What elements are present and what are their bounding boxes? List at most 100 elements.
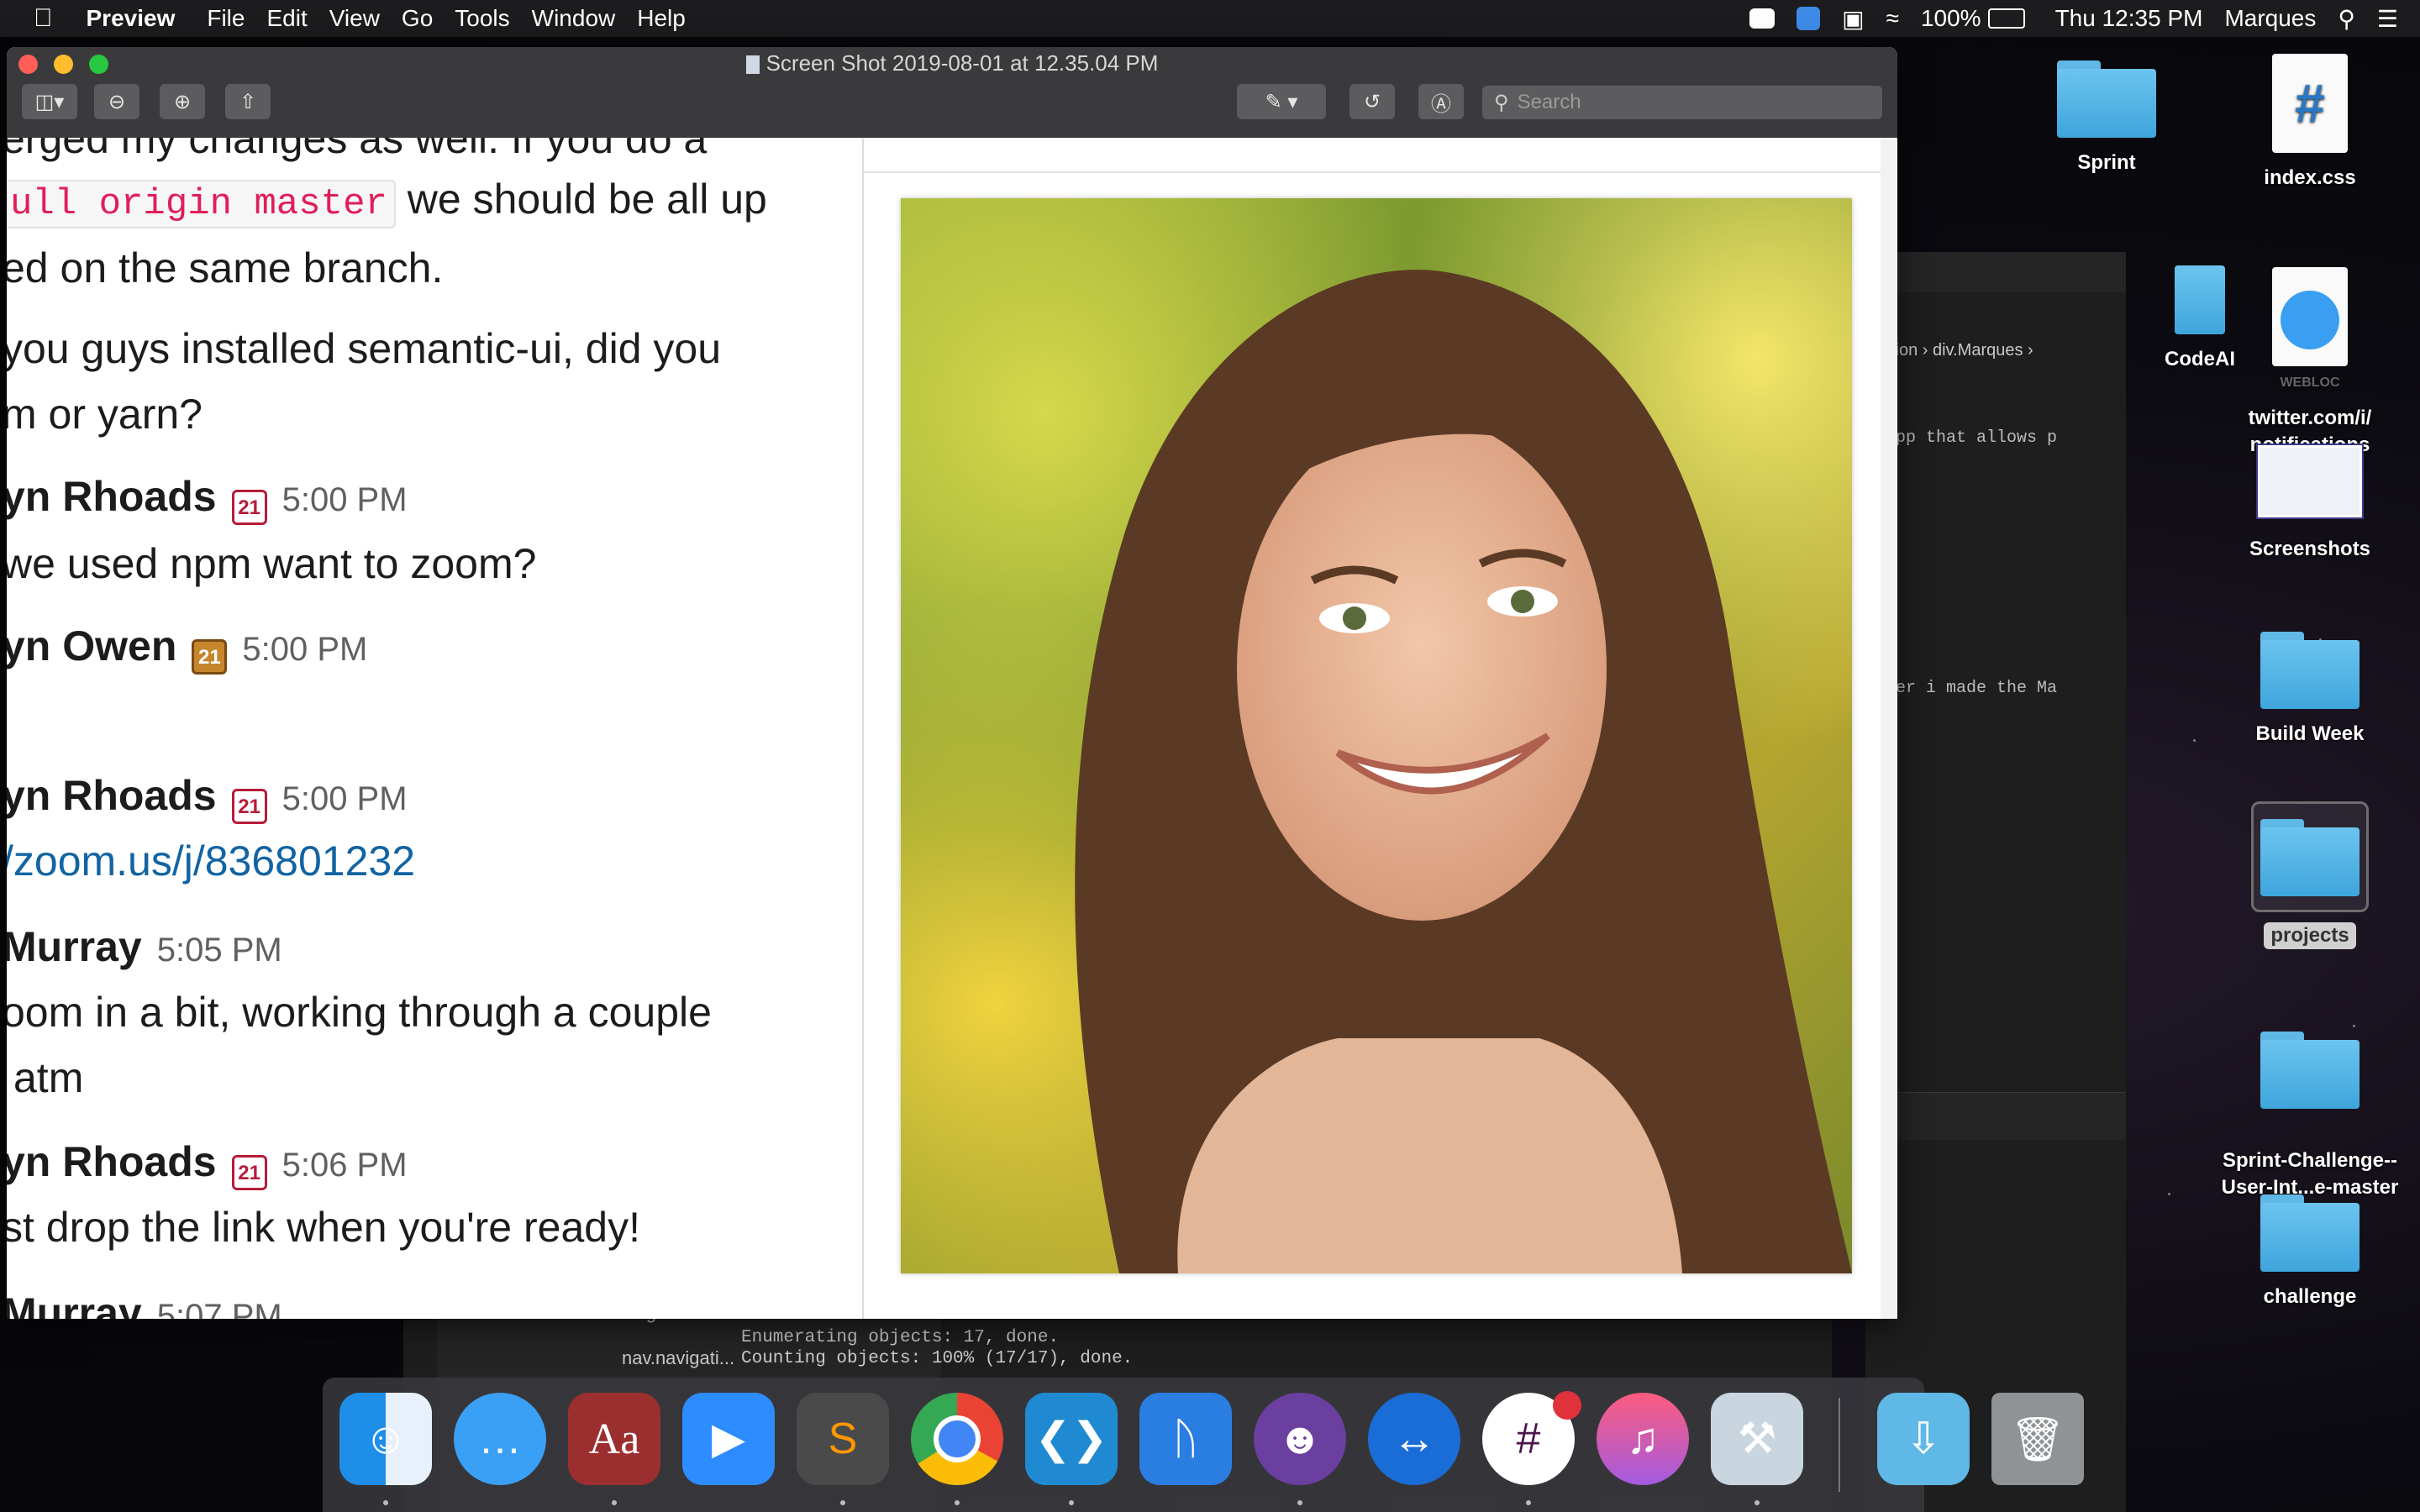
airplay-icon[interactable]: ▣ <box>1842 5 1864 33</box>
desktop-icon-projects[interactable]: projects <box>2230 801 2390 949</box>
dock-bluetooth-icon[interactable]: ᚢ <box>1139 1393 1232 1485</box>
running-indicator <box>1297 1500 1302 1505</box>
slack-screenshot-content: erged my changes as well. If you do a ul… <box>7 138 864 1319</box>
markup-toolbar-button[interactable]: Ⓐ <box>1418 84 1464 119</box>
running-indicator <box>1754 1500 1760 1505</box>
dock-itunes-icon[interactable]: ♫ <box>1597 1393 1689 1485</box>
running-indicator <box>1069 1500 1074 1505</box>
spotlight-icon[interactable]: ⚲ <box>2338 5 2355 33</box>
menu-edit[interactable]: Edit <box>266 5 307 32</box>
dock: ☺ … Aa ▶ S ❮❯ ᚢ ☻ ↔ # ♫ ⚒ ⇩ 🗑 <box>323 1378 2084 1512</box>
menu-window[interactable]: Window <box>532 5 616 32</box>
message-text: ed on the same branch. <box>7 244 444 291</box>
desktop-icon-label: Screenshots <box>2249 538 2371 560</box>
safari-compass-icon <box>2281 291 2339 349</box>
desktop-icon-screenshots[interactable]: Screenshots <box>2230 445 2390 563</box>
badge-icon: 21 <box>231 1154 267 1190</box>
screenshots-stack-icon <box>2258 445 2362 517</box>
dock-sublime-text-icon[interactable]: S <box>797 1393 889 1485</box>
dock-messages-icon[interactable]: … <box>454 1393 546 1485</box>
menu-tools[interactable]: Tools <box>455 5 509 32</box>
message-header: yn Rhoads 21 5:06 PM <box>7 1137 408 1190</box>
editor-breadcrumb[interactable]: ction › div.Marques › <box>1882 341 2033 360</box>
desktop-icon-challenge[interactable]: challenge <box>2230 1194 2390 1310</box>
battery-percent[interactable]: 100% <box>1921 5 1981 32</box>
panel-divider <box>864 171 1881 173</box>
badge-icon: 21 <box>192 638 228 675</box>
message-time: 5:07 PM <box>156 1298 282 1319</box>
folder-icon <box>2260 632 2360 709</box>
desktop-icon-index-css[interactable]: # index.css <box>2230 54 2390 192</box>
wifi-icon[interactable]: ≈ <box>1886 5 1899 32</box>
sender-name: yn Owen <box>7 622 177 669</box>
dock-trash-icon[interactable]: 🗑 <box>1991 1393 2084 1485</box>
markup-button[interactable]: ✎ ▾ <box>1237 84 1326 119</box>
apple-icon[interactable]:  <box>34 4 53 33</box>
menu-file[interactable]: File <box>207 5 245 32</box>
running-indicator <box>840 1500 845 1505</box>
dock-vscode-icon[interactable]: ❮❯ <box>1025 1393 1118 1485</box>
dock-github-desktop-icon[interactable]: ☻ <box>1254 1393 1346 1485</box>
menu-go[interactable]: Go <box>402 5 433 32</box>
window-title-text: Screen Shot 2019-08-01 at 12.35.04 PM <box>765 50 1159 76</box>
tree-item[interactable]: nav.navigati... <box>622 1347 734 1369</box>
dock-chrome-icon[interactable] <box>911 1393 1003 1485</box>
zoom-in-icon: ⊕ <box>173 90 192 113</box>
zoom-status-icon[interactable] <box>1749 8 1776 29</box>
user-name[interactable]: Marques <box>2224 5 2316 32</box>
slack-notification-badge-icon <box>1553 1391 1581 1420</box>
sender-name: Murray <box>7 1289 142 1319</box>
notification-center-icon[interactable]: ☰ <box>2377 5 2398 33</box>
preview-window[interactable]: Screen Shot 2019-08-01 at 12.35.04 PM ◫▾… <box>7 47 1897 1319</box>
clock[interactable]: Thu 12:35 PM <box>2055 5 2203 32</box>
sender-name: yn Rhoads <box>7 1138 217 1185</box>
zoom-out-button[interactable]: ⊖ <box>94 84 139 119</box>
message-text: we used npm want to zoom? <box>7 540 537 587</box>
folder-icon <box>2175 257 2225 334</box>
running-indicator <box>1526 1500 1531 1505</box>
background-editor-window[interactable]: ction › div.Marques › pp that allows p e… <box>1865 252 2126 1512</box>
menu-help[interactable]: Help <box>637 5 686 32</box>
star <box>2168 1193 2170 1195</box>
editor-panel-toolbar <box>1865 1092 2126 1140</box>
message-text: m or yarn? <box>7 391 203 438</box>
dock-dictionary-icon[interactable]: Aa <box>568 1393 660 1485</box>
sender-name: yn Rhoads <box>7 473 217 520</box>
terminal-output: Enumerating objects: 17, done. Counting … <box>741 1328 1134 1368</box>
dock-downloads-folder-icon[interactable]: ⇩ <box>1877 1393 1970 1485</box>
portrait-illustration <box>1075 270 1852 1273</box>
menu-app-name[interactable]: Preview <box>87 5 176 32</box>
dock-finder-icon[interactable]: ☺ <box>339 1393 432 1485</box>
share-icon: ⇧ <box>239 90 257 113</box>
message-time: 5:06 PM <box>281 1147 408 1184</box>
sidebar-icon: ◫▾ <box>34 90 65 113</box>
sidebar-toggle-button[interactable]: ◫▾ <box>22 84 77 119</box>
message-time: 5:00 PM <box>281 780 408 817</box>
teamviewer-status-icon[interactable] <box>1797 7 1821 30</box>
share-button[interactable]: ⇧ <box>225 84 271 119</box>
dock-zoom-icon[interactable]: ▶ <box>682 1393 775 1485</box>
desktop-icon-sprint[interactable]: Sprint <box>2027 60 2186 176</box>
search-field[interactable]: ⚲ Search <box>1482 86 1882 119</box>
desktop-icon-label: index.css <box>2264 166 2356 189</box>
rotate-icon: ↺ <box>1363 90 1381 113</box>
menu-view[interactable]: View <box>329 5 380 32</box>
dock-preview-icon[interactable]: ⚒ <box>1711 1393 1803 1485</box>
vertical-scrollbar[interactable] <box>1881 138 1897 1319</box>
desktop-icon-codeai[interactable]: CodeAI <box>2082 257 2242 373</box>
message-time: 5:00 PM <box>242 631 368 668</box>
window-title: Screen Shot 2019-08-01 at 12.35.04 PM <box>7 50 1897 76</box>
selection-highlight <box>2251 801 2369 912</box>
sender-name: yn Rhoads <box>7 772 217 819</box>
zoom-out-icon: ⊖ <box>108 90 126 113</box>
rotate-button[interactable]: ↺ <box>1349 84 1395 119</box>
desktop-icon-label: projects <box>2264 922 2356 949</box>
folder-icon <box>2260 1194 2360 1272</box>
message-header: Murray 5:05 PM <box>7 922 282 971</box>
chrome-center <box>934 1415 981 1462</box>
zoom-in-button[interactable]: ⊕ <box>160 84 205 119</box>
inline-code: ull origin master <box>7 180 396 228</box>
desktop-icon-build-week[interactable]: Build Week <box>2230 632 2390 748</box>
dock-teamviewer-icon[interactable]: ↔ <box>1368 1393 1460 1485</box>
battery-icon[interactable] <box>1987 8 2025 29</box>
